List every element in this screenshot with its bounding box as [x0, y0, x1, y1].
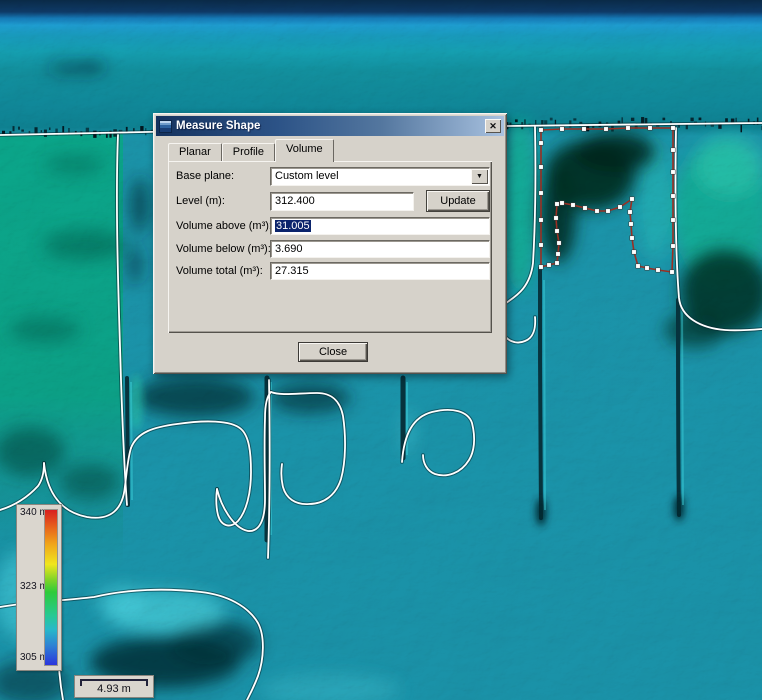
level-label: Level (m):: [176, 195, 225, 207]
volume-above-label: Volume above (m³):: [176, 220, 272, 232]
volume-below-value: 3.690: [275, 243, 303, 255]
measure-shape-dialog: Measure Shape ✕ Planar Profile Volume Ba…: [153, 113, 507, 374]
update-button[interactable]: Update: [426, 190, 490, 212]
scale-label: 4.93 m: [75, 683, 153, 695]
application-window: 340 m 323 m 305 m 4.93 m Measure Shape ✕…: [0, 0, 762, 700]
volume-total-value: 27.315: [275, 265, 309, 277]
volume-above-value: 31.005: [275, 220, 311, 232]
elevation-legend: 340 m 323 m 305 m: [16, 504, 62, 671]
base-plane-dropdown[interactable]: Custom level ▼: [270, 167, 490, 186]
base-plane-label: Base plane:: [176, 170, 234, 182]
volume-above-input[interactable]: 31.005: [270, 217, 490, 235]
tab-planar[interactable]: Planar: [168, 143, 222, 162]
volume-total-input[interactable]: 27.315: [270, 262, 490, 280]
volume-total-label: Volume total (m³):: [176, 265, 263, 277]
map-scale-bar: 4.93 m: [74, 675, 154, 698]
level-input[interactable]: 312.400: [270, 192, 414, 211]
tab-volume[interactable]: Volume: [275, 139, 334, 162]
base-plane-value: Custom level: [275, 170, 339, 182]
volume-below-label: Volume below (m³):: [176, 243, 271, 255]
close-icon[interactable]: ✕: [485, 119, 501, 133]
chevron-down-icon[interactable]: ▼: [471, 169, 488, 184]
measure-shape-window-icon: [159, 120, 172, 133]
close-button[interactable]: Close: [298, 342, 368, 362]
tab-profile[interactable]: Profile: [222, 143, 275, 162]
dialog-titlebar[interactable]: Measure Shape ✕: [156, 116, 504, 136]
volume-below-input[interactable]: 3.690: [270, 240, 490, 258]
elevation-color-ramp: [44, 509, 58, 666]
level-value: 312.400: [275, 195, 315, 207]
dialog-tabs: Planar Profile Volume: [168, 142, 334, 162]
dialog-title: Measure Shape: [176, 120, 260, 132]
